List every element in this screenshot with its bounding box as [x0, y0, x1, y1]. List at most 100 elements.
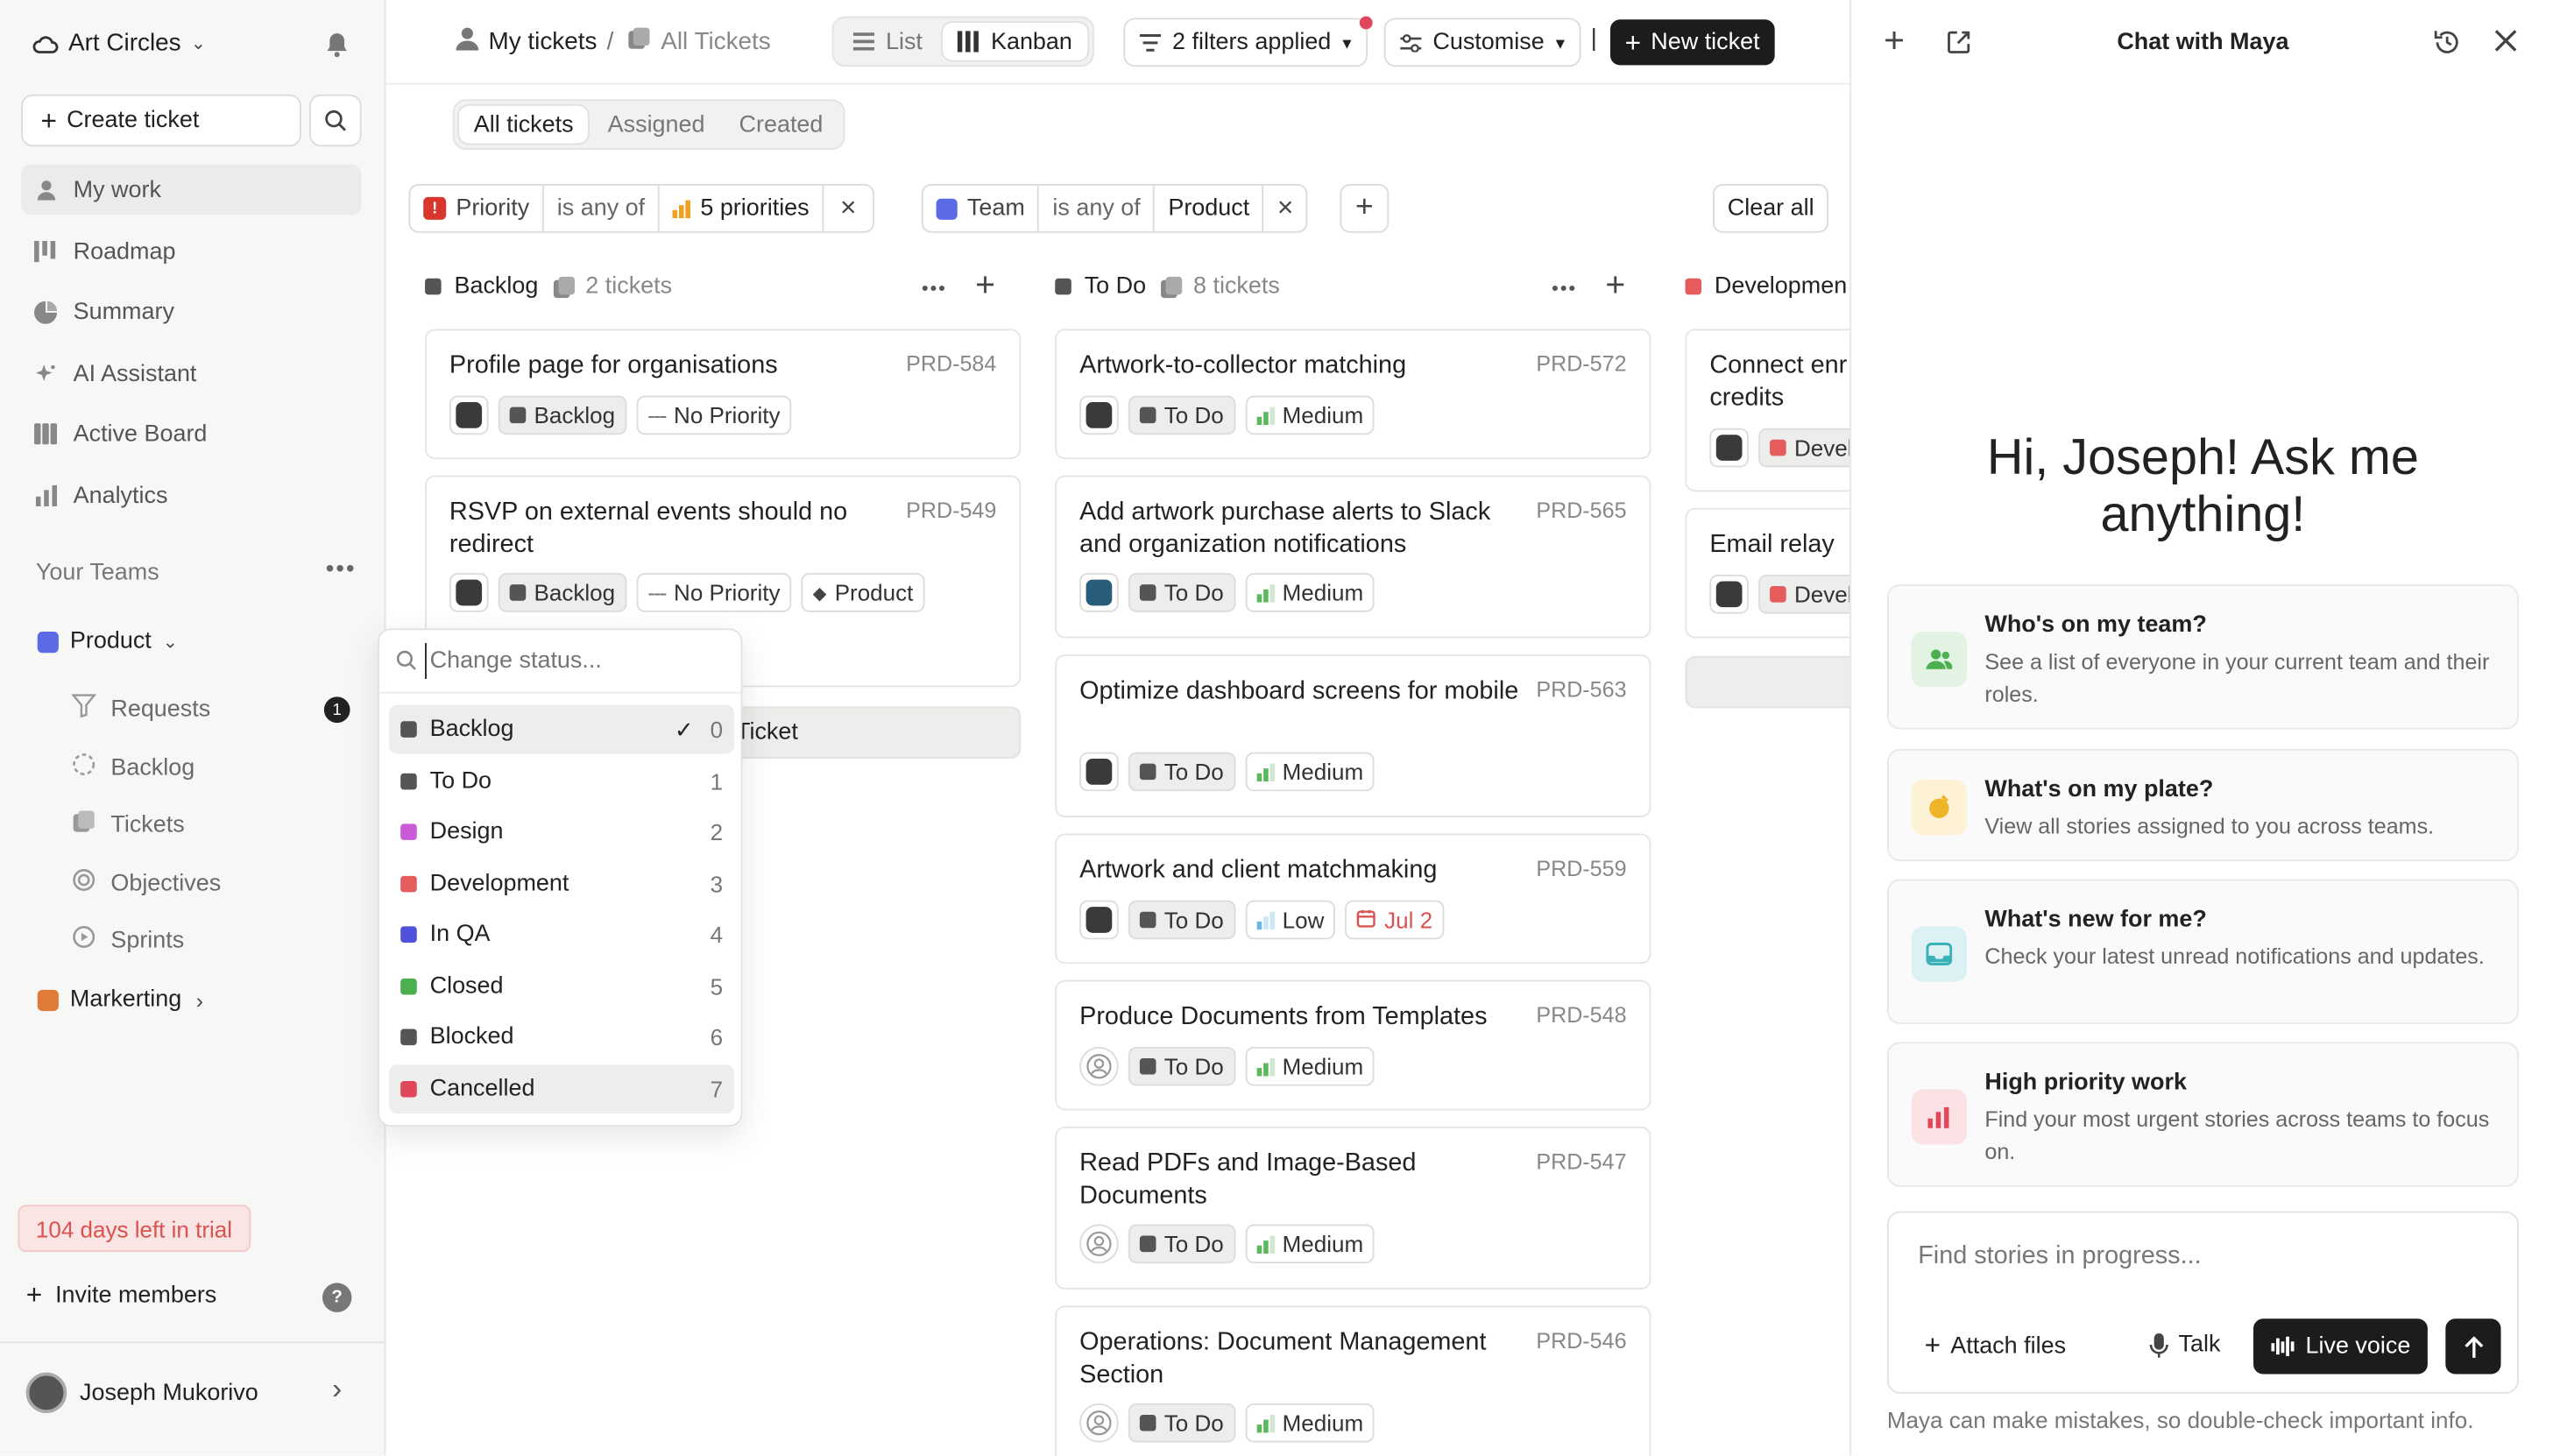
priority-tag[interactable]: --- No Priority	[636, 395, 792, 435]
status-tag[interactable]: Devel	[1758, 575, 1850, 614]
status-tag[interactable]: To Do	[1128, 900, 1235, 940]
new-ticket-inline-button[interactable]	[1685, 655, 1850, 709]
team-nav-objectives[interactable]: Objectives	[72, 868, 221, 899]
status-option-design[interactable]: Design 2	[389, 808, 734, 857]
avatar[interactable]	[1709, 428, 1749, 468]
nav-ai-assistant[interactable]: AI Assistant	[21, 349, 361, 399]
avatar[interactable]	[1079, 900, 1119, 940]
tab-assigned[interactable]: Assigned	[593, 106, 719, 144]
new-ticket-button[interactable]: + New ticket	[1609, 19, 1775, 66]
status-option-in-qa[interactable]: In QA 4	[389, 910, 734, 959]
team-product[interactable]: Product ⌄	[37, 628, 178, 654]
breadcrumb-my-tickets[interactable]: My tickets	[489, 28, 598, 56]
view-kanban-button[interactable]: Kanban	[942, 23, 1087, 60]
status-option-blocked[interactable]: Blocked 6	[389, 1013, 734, 1062]
invite-members-button[interactable]: + Invite members	[26, 1282, 217, 1310]
avatar[interactable]	[1079, 395, 1119, 435]
priority-tag[interactable]: Medium	[1244, 1403, 1376, 1443]
priority-tag[interactable]: --- No Priority	[636, 573, 792, 612]
team-tag[interactable]: ◆ Product	[801, 573, 925, 612]
status-option-to-do[interactable]: To Do 1	[389, 756, 734, 805]
talk-button[interactable]: Talk	[2149, 1332, 2220, 1358]
status-search-input[interactable]	[425, 643, 728, 679]
column-add-icon[interactable]: +	[1605, 267, 1625, 307]
user-menu[interactable]: Joseph Mukorivo	[25, 1372, 258, 1414]
chat-suggestion[interactable]: High priority work Find your most urgent…	[1886, 1042, 2519, 1187]
status-option-backlog[interactable]: Backlog ✓ 0	[389, 704, 735, 754]
priority-tag[interactable]: Medium	[1244, 1046, 1376, 1086]
filter-remove-button[interactable]: ×	[1264, 186, 1306, 231]
avatar[interactable]	[1079, 1046, 1119, 1086]
status-option-cancelled[interactable]: Cancelled 7	[389, 1064, 735, 1113]
due-date-tag[interactable]: Jul 2	[1345, 900, 1445, 940]
status-tag[interactable]: To Do	[1128, 1224, 1235, 1264]
avatar[interactable]	[1079, 752, 1119, 792]
priority-tag[interactable]: Medium	[1244, 573, 1376, 612]
avatar[interactable]	[1079, 1224, 1119, 1264]
create-ticket-button[interactable]: + Create ticket	[21, 94, 301, 147]
clear-all-button[interactable]: Clear all	[1713, 183, 1829, 233]
ticket-card[interactable]: Produce Documents from Templates PRD-548…	[1055, 979, 1651, 1111]
avatar[interactable]	[1709, 575, 1749, 614]
avatar[interactable]	[1079, 573, 1119, 612]
status-tag[interactable]: To Do	[1128, 1046, 1235, 1086]
filter-field[interactable]: ! Priority	[410, 185, 544, 231]
trial-badge[interactable]: 104 days left in trial	[18, 1205, 251, 1253]
view-list-button[interactable]: List	[838, 23, 937, 60]
status-tag[interactable]: To Do	[1128, 395, 1235, 435]
ticket-card[interactable]: Artwork-to-collector matching PRD-572 To…	[1055, 329, 1651, 460]
chat-suggestion[interactable]: Who's on my team? See a list of everyone…	[1886, 584, 2519, 730]
filter-field[interactable]: Team	[923, 185, 1040, 231]
filter-value[interactable]: Product	[1155, 185, 1264, 231]
avatar[interactable]	[1079, 1403, 1119, 1443]
avatar[interactable]	[449, 573, 489, 612]
status-option-development[interactable]: Development 3	[389, 859, 734, 908]
filters-button[interactable]: 2 filters applied ▾	[1123, 18, 1368, 67]
nav-roadmap[interactable]: Roadmap	[21, 226, 361, 277]
status-tag[interactable]: Backlog	[498, 395, 627, 435]
workspace-switcher[interactable]: Art Circles ⌄	[32, 29, 206, 57]
column-more-icon[interactable]: •••	[922, 277, 947, 300]
nav-active-board[interactable]: Active Board	[21, 408, 361, 459]
column-more-icon[interactable]: •••	[1552, 277, 1577, 300]
filter-operator[interactable]: is any of	[544, 185, 660, 231]
attach-files-button[interactable]: + Attach files	[1925, 1332, 2066, 1360]
filter-operator[interactable]: is any of	[1040, 185, 1156, 231]
priority-tag[interactable]: Low	[1244, 900, 1336, 940]
breadcrumb-all-tickets[interactable]: All Tickets	[661, 28, 770, 56]
tab-created[interactable]: Created	[725, 106, 838, 144]
status-tag[interactable]: To Do	[1128, 752, 1235, 792]
search-button[interactable]	[309, 94, 362, 147]
close-icon[interactable]	[2493, 28, 2519, 59]
ticket-card[interactable]: Email relay Devel	[1685, 507, 1850, 639]
customise-button[interactable]: Customise ▾	[1383, 18, 1581, 67]
team-nav-backlog[interactable]: Backlog	[72, 753, 194, 783]
chat-input[interactable]: Find stories in progress...	[1918, 1242, 2201, 1271]
nav-summary[interactable]: Summary	[21, 286, 361, 337]
avatar[interactable]	[449, 395, 489, 435]
chat-suggestion[interactable]: What's on my plate? View all stories ass…	[1886, 748, 2519, 862]
priority-tag[interactable]: Medium	[1244, 395, 1376, 435]
status-tag[interactable]: Backlog	[498, 573, 627, 612]
column-add-icon[interactable]: +	[975, 267, 995, 307]
tab-all-tickets[interactable]: All tickets	[459, 105, 589, 144]
chevron-right-icon[interactable]: ›	[332, 1373, 342, 1407]
bell-icon[interactable]	[324, 31, 350, 63]
filter-value[interactable]: 5 priorities	[660, 185, 824, 231]
ticket-card[interactable]: Optimize dashboard screens for mobile PR…	[1055, 654, 1651, 817]
history-icon[interactable]	[2432, 28, 2461, 62]
nav-my-work[interactable]: My work	[21, 164, 362, 216]
ticket-card[interactable]: Artwork and client matchmaking PRD-559 T…	[1055, 833, 1651, 965]
ticket-card[interactable]: Profile page for organisations PRD-584 B…	[425, 329, 1022, 460]
chat-suggestion[interactable]: What's new for me? Check your latest unr…	[1886, 879, 2519, 1024]
ticket-card[interactable]: Connect enr credits Devel	[1685, 329, 1850, 492]
status-tag[interactable]: To Do	[1128, 573, 1235, 612]
priority-tag[interactable]: Medium	[1244, 752, 1376, 792]
teams-more-icon[interactable]: •••	[326, 555, 357, 583]
filter-remove-button[interactable]: ×	[824, 186, 873, 231]
send-button[interactable]	[2445, 1318, 2501, 1375]
team-nav-sprints[interactable]: Sprints	[72, 925, 184, 956]
live-voice-button[interactable]: Live voice	[2253, 1318, 2429, 1375]
team-marketing[interactable]: Markerting ›	[37, 986, 203, 1013]
team-nav-requests[interactable]: Requests	[71, 694, 210, 724]
